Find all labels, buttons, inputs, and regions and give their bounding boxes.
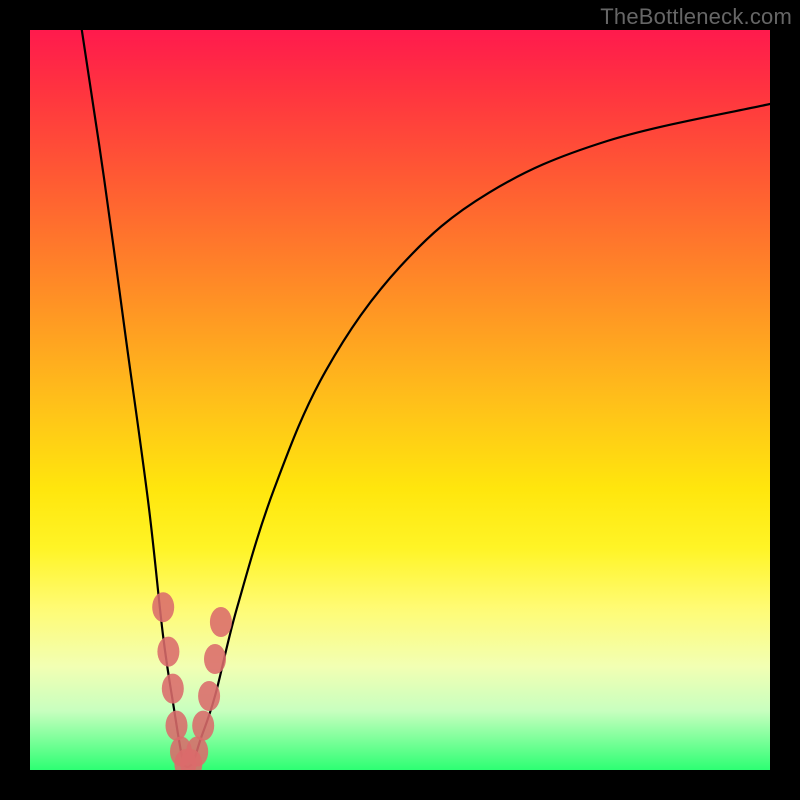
marker-point <box>204 644 226 674</box>
marker-point <box>186 737 208 767</box>
bottleneck-curve <box>82 30 770 767</box>
chart-frame: TheBottleneck.com <box>0 0 800 800</box>
marker-point <box>166 711 188 741</box>
watermark-text: TheBottleneck.com <box>600 4 792 30</box>
marker-point <box>157 637 179 667</box>
marker-point <box>198 681 220 711</box>
plot-area <box>30 30 770 770</box>
marker-point <box>192 711 214 741</box>
marker-point <box>210 607 232 637</box>
chart-svg <box>30 30 770 770</box>
marker-point <box>162 674 184 704</box>
marker-point <box>152 592 174 622</box>
